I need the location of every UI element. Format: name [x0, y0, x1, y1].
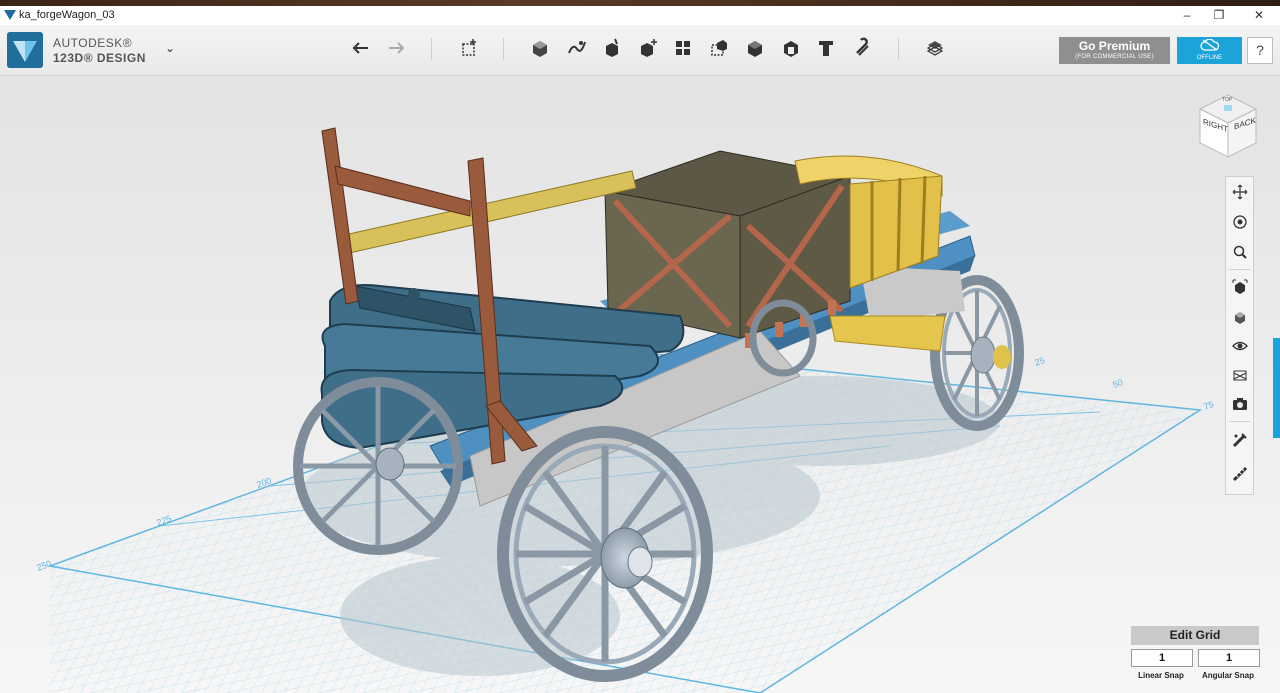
wheel-front-left: [497, 426, 713, 682]
viewcube[interactable]: TOP RIGHT BACK: [1196, 91, 1260, 159]
toolbar-separator: [431, 38, 432, 60]
measure-icon[interactable]: [740, 33, 770, 63]
offline-button[interactable]: OFFLINE: [1177, 37, 1242, 64]
pattern-icon[interactable]: [633, 33, 663, 63]
offline-label: OFFLINE: [1196, 55, 1223, 61]
chevron-down-icon: ⌄: [165, 41, 176, 55]
combine-icon[interactable]: [704, 33, 734, 63]
angular-snap-label: Angular Snap: [1201, 671, 1254, 680]
sketch-icon[interactable]: [524, 33, 554, 63]
navbar-separator: [1229, 421, 1250, 422]
app-logo-icon: [4, 10, 16, 20]
toolbar-separator: [898, 38, 899, 60]
navigation-bar: [1225, 176, 1254, 495]
title-bar: ka_forgeWagon_03 – ❐ ✕: [0, 6, 1280, 25]
view-icon[interactable]: [1229, 306, 1250, 327]
snap-icon[interactable]: [847, 33, 877, 63]
modify-icon[interactable]: [597, 33, 627, 63]
construct-icon[interactable]: [561, 33, 591, 63]
app-menu-button[interactable]: AUTODESK® 123D® DESIGN ⌄: [7, 31, 177, 68]
toolbar-separator: [503, 38, 504, 60]
undo-icon[interactable]: [346, 33, 376, 63]
grid-label: 75: [1202, 399, 1215, 412]
cloud-offline-icon: [1199, 38, 1219, 51]
linear-snap-input[interactable]: 1: [1131, 649, 1193, 667]
brand-line-2: 123D® DESIGN: [53, 51, 146, 65]
primitives-icon[interactable]: [454, 33, 484, 63]
angular-snap-input[interactable]: 1: [1198, 649, 1260, 667]
maximize-icon[interactable]: ❐: [1204, 7, 1234, 24]
premium-sublabel: (FOR COMMERCIAL USE): [1075, 54, 1154, 60]
close-icon[interactable]: ✕: [1244, 7, 1274, 24]
go-premium-button[interactable]: Go Premium (FOR COMMERCIAL USE): [1059, 37, 1170, 64]
ruler-icon[interactable]: [1229, 463, 1250, 484]
pan-icon[interactable]: [1229, 181, 1250, 202]
snap-tool-icon[interactable]: [1229, 429, 1250, 450]
grouping-icon[interactable]: [668, 33, 698, 63]
linear-snap-label: Linear Snap: [1138, 671, 1184, 680]
grid-label: 25: [1033, 355, 1046, 368]
wheel-back-left: [293, 377, 463, 555]
fit-icon[interactable]: [1229, 276, 1250, 297]
premium-label: Go Premium: [1078, 39, 1151, 53]
main-toolbar: AUTODESK® 123D® DESIGN ⌄ Go Premium (FOR…: [0, 25, 1280, 76]
brand-line-1: AUTODESK®: [53, 36, 133, 50]
side-panel-toggle[interactable]: [1273, 338, 1280, 438]
scene-canvas[interactable]: 250 225 200 25 50 75: [0, 76, 1280, 693]
camera-icon[interactable]: [1229, 393, 1250, 414]
material-icon[interactable]: [920, 33, 950, 63]
window-title: ka_forgeWagon_03: [19, 9, 115, 21]
text-icon[interactable]: [811, 33, 841, 63]
navbar-separator: [1229, 269, 1250, 270]
autodesk-logo-icon: [7, 32, 43, 68]
zoom-icon[interactable]: [1229, 241, 1250, 262]
help-button[interactable]: ?: [1247, 37, 1273, 64]
3d-viewport[interactable]: 250 225 200 25 50 75 TOP RIGHT BACK Edit…: [0, 76, 1280, 693]
redo-icon[interactable]: [381, 33, 411, 63]
visibility-icon[interactable]: [1229, 335, 1250, 356]
viewcube-top-label: TOP: [1222, 97, 1233, 103]
material-view-icon[interactable]: [1229, 364, 1250, 385]
minimize-icon[interactable]: –: [1172, 7, 1202, 24]
grid-label: 50: [1111, 377, 1124, 390]
edit-grid-button[interactable]: Edit Grid: [1131, 626, 1259, 645]
material-box-icon[interactable]: [776, 33, 806, 63]
orbit-icon[interactable]: [1229, 211, 1250, 232]
